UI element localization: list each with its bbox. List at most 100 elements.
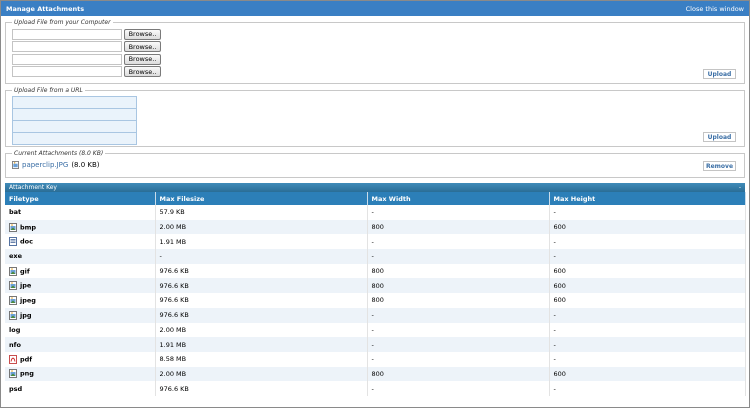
cell-filetype: log: [5, 322, 156, 338]
cell-max-height: -: [549, 337, 746, 352]
table-row: exe - - -: [5, 249, 746, 264]
filetype-label: doc: [20, 237, 33, 246]
table-row: jpe 976.6 KB 800 600: [5, 278, 746, 294]
cell-filetype: doc: [5, 234, 156, 250]
cell-filetype: bat: [5, 205, 156, 220]
cell-max-height: 600: [549, 219, 746, 235]
filetype-label: jpg: [20, 311, 32, 320]
cell-filetype: jpeg: [5, 293, 156, 308]
cell-filetype: exe: [5, 249, 156, 264]
cell-max-filesize: 976.6 KB: [155, 381, 368, 396]
filetype-label: nfo: [9, 340, 21, 349]
image-file-icon: [12, 161, 19, 169]
cell-max-filesize: 1.91 MB: [155, 337, 368, 352]
browse-button[interactable]: Browse..: [124, 28, 161, 40]
filetype-label: exe: [9, 252, 23, 261]
filetype-label: bmp: [20, 223, 37, 232]
cell-filetype: pdf: [5, 351, 156, 367]
cell-max-width: -: [367, 249, 550, 264]
cell-max-width: -: [367, 322, 550, 338]
window-title: Manage Attachments: [6, 4, 85, 13]
upload-url-button[interactable]: Upload: [703, 132, 736, 142]
filetype-label: log: [9, 325, 21, 334]
browse-button[interactable]: Browse..: [124, 53, 161, 65]
pdf-file-icon: [9, 354, 20, 364]
cell-max-filesize: 976.6 KB: [155, 263, 368, 279]
cell-max-height: -: [549, 307, 746, 323]
browse-button[interactable]: Browse..: [124, 41, 161, 53]
table-row: psd 976.6 KB - -: [5, 381, 746, 396]
cell-filetype: jpg: [5, 307, 156, 323]
cell-max-height: -: [549, 249, 746, 264]
cell-max-filesize: 2.00 MB: [155, 366, 368, 382]
file-path-input[interactable]: [12, 41, 122, 53]
cell-max-height: -: [549, 381, 746, 396]
remove-attachment-button[interactable]: Remove: [703, 161, 736, 171]
cell-max-height: 600: [549, 293, 746, 308]
column-header-max-height: Max Height: [549, 192, 746, 205]
cell-filetype: bmp: [5, 219, 156, 235]
browse-button[interactable]: Browse..: [124, 66, 161, 78]
cell-max-filesize: 976.6 KB: [155, 307, 368, 323]
document-file-icon: [9, 237, 20, 247]
file-path-input[interactable]: [12, 66, 122, 78]
cell-max-filesize: 2.00 MB: [155, 322, 368, 338]
file-upload-row: Browse..: [12, 53, 738, 66]
table-row: jpg 976.6 KB - -: [5, 307, 746, 323]
cell-max-width: -: [367, 351, 550, 367]
table-row: bmp 2.00 MB 800 600: [5, 219, 746, 235]
url-input[interactable]: [13, 109, 136, 121]
file-path-input[interactable]: [12, 53, 122, 65]
cell-max-filesize: -: [155, 249, 368, 264]
upload-url-section: Upload File from a URL Upload: [5, 87, 745, 147]
cell-max-height: -: [549, 322, 746, 338]
filetype-label: gif: [20, 267, 30, 276]
cell-filetype: png: [5, 366, 156, 382]
cell-max-width: 800: [367, 278, 550, 294]
table-row: bat 57.9 KB - -: [5, 205, 746, 220]
url-input[interactable]: [13, 133, 136, 144]
table-row: log 2.00 MB - -: [5, 322, 746, 338]
cell-max-width: -: [367, 205, 550, 220]
column-header-max-width: Max Width: [367, 192, 550, 205]
file-upload-row: Browse..: [12, 41, 738, 54]
cell-max-height: 600: [549, 263, 746, 279]
cell-max-width: -: [367, 234, 550, 250]
image-file-icon: [9, 369, 20, 379]
cell-filetype: psd: [5, 381, 156, 396]
filetype-label: bat: [9, 208, 22, 217]
table-row: doc 1.91 MB - -: [5, 234, 746, 250]
file-upload-row: Browse..: [12, 66, 738, 79]
upload-url-legend: Upload File from a URL: [14, 87, 83, 94]
cell-max-filesize: 976.6 KB: [155, 278, 368, 294]
close-window-link[interactable]: Close this window: [686, 5, 744, 13]
table-row: png 2.00 MB 800 600: [5, 366, 746, 382]
current-attachments-section: Current Attachments (8.0 KB) paperclip.J…: [5, 150, 745, 178]
collapse-icon[interactable]: -: [739, 184, 741, 191]
file-upload-row: Browse..: [12, 28, 738, 41]
image-file-icon: [9, 281, 20, 291]
cell-filetype: gif: [5, 263, 156, 279]
attachment-key-header[interactable]: Attachment Key -: [5, 183, 745, 192]
image-file-icon: [9, 266, 20, 276]
attachment-key-title: Attachment Key: [9, 184, 57, 191]
cell-max-height: 600: [549, 366, 746, 382]
cell-max-width: 800: [367, 263, 550, 279]
url-input[interactable]: [13, 97, 136, 109]
upload-computer-button[interactable]: Upload: [703, 69, 736, 79]
file-path-input[interactable]: [12, 28, 122, 40]
cell-max-filesize: 8.58 MB: [155, 351, 368, 367]
cell-max-height: 600: [549, 278, 746, 294]
filetype-label: psd: [9, 384, 23, 393]
url-input[interactable]: [13, 121, 136, 133]
cell-filetype: nfo: [5, 337, 156, 352]
table-row: jpeg 976.6 KB 800 600: [5, 293, 746, 308]
table-row: pdf 8.58 MB - -: [5, 351, 746, 367]
window-titlebar: Manage Attachments Close this window: [1, 1, 749, 16]
cell-max-filesize: 57.9 KB: [155, 205, 368, 220]
cell-max-width: 800: [367, 219, 550, 235]
attachment-size: (8.0 KB): [71, 161, 100, 169]
attachment-link[interactable]: paperclip.JPG: [22, 161, 68, 169]
filetype-label: jpe: [20, 281, 32, 290]
image-file-icon: [9, 296, 20, 305]
